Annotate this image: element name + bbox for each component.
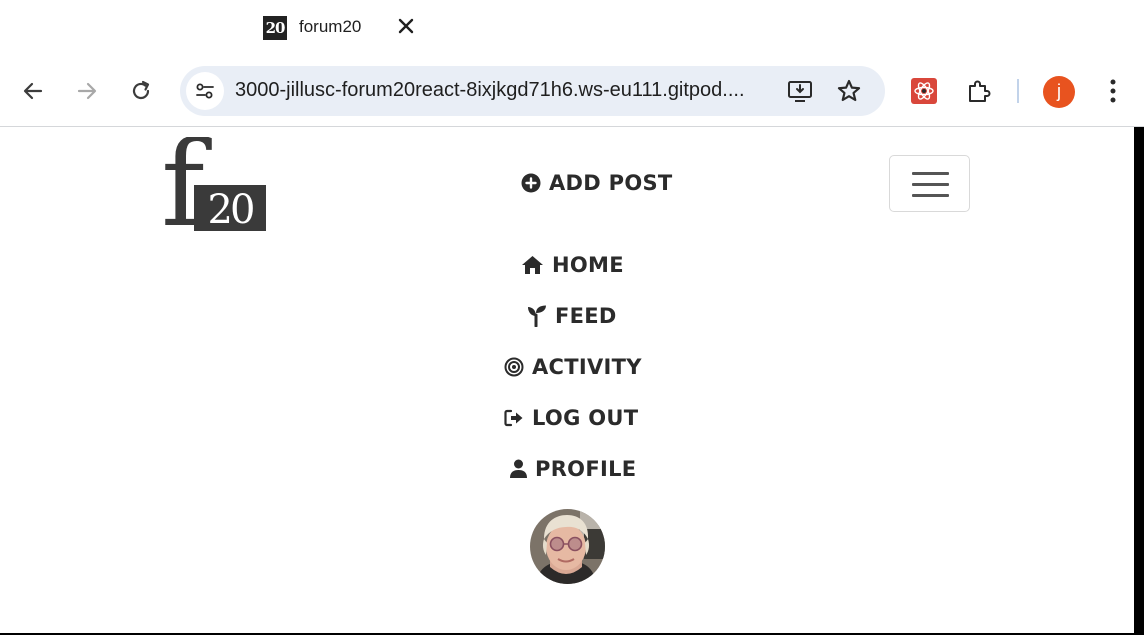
chrome-profile-avatar[interactable]: j xyxy=(1043,76,1075,108)
close-icon[interactable] xyxy=(394,14,418,38)
browser-tab[interactable]: 20 forum20 xyxy=(248,6,438,52)
add-post-link[interactable]: ADD POST xyxy=(521,171,673,195)
user-icon xyxy=(510,459,527,478)
activity-label: ACTIVITY xyxy=(532,355,642,379)
reload-icon[interactable] xyxy=(125,75,157,107)
react-devtools-extension-icon[interactable] xyxy=(908,75,940,107)
bullseye-icon xyxy=(504,357,524,377)
feed-label: FEED xyxy=(555,304,617,328)
home-label: HOME xyxy=(552,253,624,277)
add-post-label: ADD POST xyxy=(549,171,673,195)
house-icon xyxy=(522,256,543,274)
hamburger-bar xyxy=(912,194,949,197)
hamburger-bar xyxy=(912,172,949,175)
log-out-link[interactable]: LOG OUT xyxy=(504,406,638,430)
bookmark-star-icon[interactable] xyxy=(835,77,863,105)
feed-link[interactable]: FEED xyxy=(527,304,617,328)
address-bar[interactable]: 3000-jillusc-forum20react-8ixjkgd71h6.ws… xyxy=(180,66,885,116)
install-app-icon[interactable] xyxy=(786,77,814,105)
site-info-icon[interactable] xyxy=(186,72,224,110)
user-avatar[interactable] xyxy=(530,509,605,584)
profile-label: PROFILE xyxy=(535,457,637,481)
window-edge xyxy=(1134,127,1144,635)
tab-favicon: 20 xyxy=(263,16,287,40)
seedling-icon xyxy=(528,305,546,327)
site-logo[interactable]: f 20 xyxy=(161,115,267,253)
forward-arrow-icon[interactable] xyxy=(71,75,103,107)
home-link[interactable]: HOME xyxy=(521,253,624,277)
browser-toolbar: 3000-jillusc-forum20react-8ixjkgd71h6.ws… xyxy=(0,58,1144,127)
url-text[interactable]: 3000-jillusc-forum20react-8ixjkgd71h6.ws… xyxy=(235,79,780,102)
page-viewport: f 20 ADD POST HOME FEED ACTIVITY LOG OUT… xyxy=(0,115,1134,633)
extensions-puzzle-icon[interactable] xyxy=(963,75,995,107)
toolbar-divider xyxy=(1017,79,1019,103)
more-menu-icon[interactable] xyxy=(1097,75,1129,107)
hamburger-bar xyxy=(912,183,949,186)
profile-link[interactable]: PROFILE xyxy=(510,457,636,481)
browser-tab-strip: 20 forum20 xyxy=(0,0,1144,58)
plus-circle-icon xyxy=(521,173,541,193)
sign-out-icon xyxy=(504,409,523,427)
tab-title: forum20 xyxy=(299,17,362,36)
log-out-label: LOG OUT xyxy=(532,406,639,430)
navbar-toggle-button[interactable] xyxy=(889,155,970,212)
back-arrow-icon[interactable] xyxy=(17,75,49,107)
activity-link[interactable]: ACTIVITY xyxy=(504,355,642,379)
logo-number: 20 xyxy=(208,187,253,233)
